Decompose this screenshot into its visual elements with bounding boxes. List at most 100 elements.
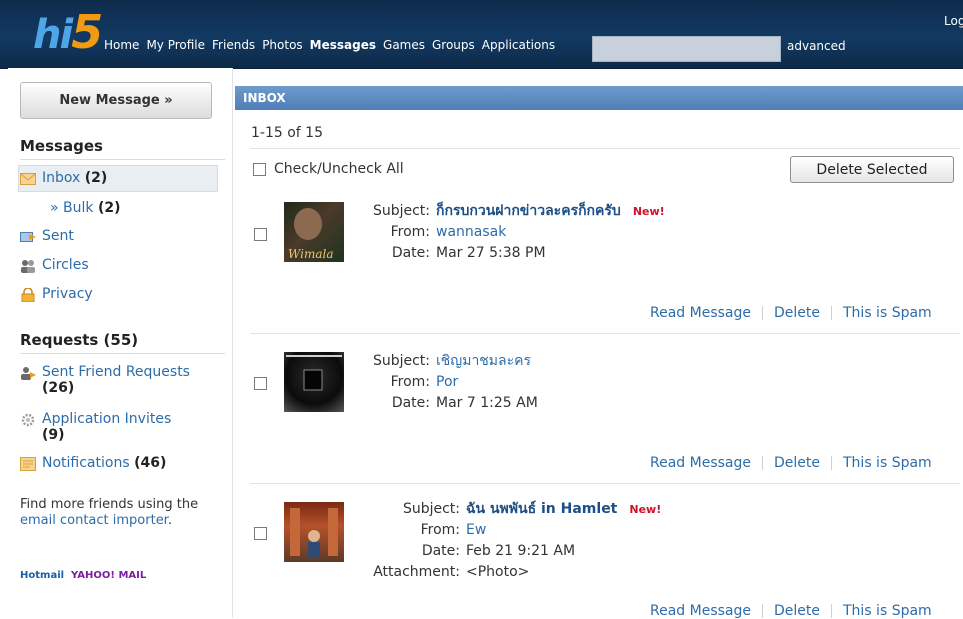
login-link[interactable]: Log <box>944 14 963 28</box>
from-label: From: <box>390 374 430 390</box>
nav-friends[interactable]: Friends <box>212 38 255 52</box>
message-checkbox[interactable] <box>254 377 267 390</box>
message-actions: Read Message Delete This is Spam <box>650 455 932 471</box>
hi5-logo[interactable]: hi5 <box>33 5 103 59</box>
inbox-title-bar: INBOX <box>235 86 963 110</box>
spam-link[interactable]: This is Spam <box>843 455 932 471</box>
message-subject-link[interactable]: ฉัน นพพันธ์ in Hamlet <box>466 499 617 520</box>
lock-icon <box>20 287 36 303</box>
sidebar-item-bulk[interactable]: » Bulk (2) <box>50 200 121 216</box>
sender-link[interactable]: Por <box>436 372 458 393</box>
requests-heading: Requests (55) <box>20 331 139 349</box>
check-all-checkbox[interactable] <box>253 162 266 176</box>
divider <box>20 353 225 354</box>
find-text-end: . <box>167 513 172 528</box>
sidebar-item-circles[interactable]: Circles <box>20 257 89 273</box>
main-nav: Home My Profile Friends Photos Messages … <box>104 38 562 52</box>
sidebar-item-inbox[interactable]: Inbox (2) <box>20 170 107 186</box>
sidebar-item-sent[interactable]: Sent <box>20 228 74 244</box>
friend-requests-count: (26) <box>42 380 75 396</box>
sender-avatar[interactable] <box>284 502 344 562</box>
nav-home[interactable]: Home <box>104 38 139 52</box>
read-message-link[interactable]: Read Message <box>650 603 751 619</box>
read-message-link[interactable]: Read Message <box>650 455 751 471</box>
sender-link[interactable]: Ew <box>466 520 486 541</box>
email-importer-link[interactable]: email contact importer <box>20 513 168 528</box>
sidebar-item-application-invites[interactable]: Application Invites (9) <box>20 411 225 443</box>
nav-my-profile[interactable]: My Profile <box>146 38 205 52</box>
message-fields: Subject: ก็กรบกวนฝากข่าวละครก็กครับ New! F… <box>366 201 665 264</box>
friend-request-icon <box>20 366 36 380</box>
separator <box>831 306 832 320</box>
nav-messages[interactable]: Messages <box>310 38 376 52</box>
message-actions: Read Message Delete This is Spam <box>650 603 932 619</box>
hotmail-logo[interactable]: Hotmail <box>20 570 64 581</box>
delete-link[interactable]: Delete <box>774 305 820 321</box>
sidebar-item-label: Sent <box>42 228 74 244</box>
logo-hi: hi <box>33 12 73 58</box>
message-checkbox[interactable] <box>254 527 267 540</box>
message-fields: Subject: ฉัน นพพันธ์ in Hamlet New! From: E… <box>366 499 661 583</box>
message-row: Subject: ฉัน นพพันธ์ in Hamlet New! From: E… <box>250 490 960 619</box>
check-all-label: Check/Uncheck All <box>274 161 404 177</box>
sender-avatar[interactable]: Wimala <box>284 202 344 262</box>
nav-games[interactable]: Games <box>383 38 425 52</box>
sidebar-item-sent-friend-requests[interactable]: Sent Friend Requests (26) <box>20 364 225 396</box>
divider <box>250 148 960 149</box>
date-label: Date: <box>391 245 430 261</box>
invites-count: (9) <box>42 427 65 443</box>
message-row: Wimala Subject: ก็กรบกวนฝากข่าวละครก็กครั… <box>250 190 960 332</box>
gear-icon <box>20 413 36 427</box>
nav-photos[interactable]: Photos <box>262 38 302 52</box>
people-icon <box>20 259 36 273</box>
date-label: Date: <box>421 543 460 559</box>
separator <box>762 604 763 618</box>
message-subject-link[interactable]: ก็กรบกวนฝากข่าวละครก็กครับ <box>436 201 621 222</box>
delete-link[interactable]: Delete <box>774 455 820 471</box>
subject-label: Subject: <box>372 203 430 219</box>
sidebar-item-label: Privacy <box>42 286 93 302</box>
divider <box>20 159 225 160</box>
spam-link[interactable]: This is Spam <box>843 305 932 321</box>
notification-icon <box>20 457 36 471</box>
message-date: Mar 7 1:25 AM <box>436 395 538 411</box>
read-message-link[interactable]: Read Message <box>650 305 751 321</box>
from-label: From: <box>390 224 430 240</box>
check-all-toggle[interactable]: Check/Uncheck All <box>253 161 404 177</box>
search-input[interactable] <box>592 36 781 62</box>
message-date: Mar 27 5:38 PM <box>436 245 546 261</box>
notifications-count: (46) <box>134 455 167 471</box>
webmail-logos: Hotmail YAHOO! MAIL <box>20 570 146 581</box>
sent-icon <box>20 230 36 244</box>
message-checkbox[interactable] <box>254 228 267 241</box>
attachment-value[interactable]: <Photo> <box>466 562 529 583</box>
find-text-part: Find more friends using the <box>20 497 199 512</box>
envelope-icon <box>20 172 36 186</box>
separator <box>762 456 763 470</box>
bulk-count: (2) <box>97 200 121 216</box>
sidebar-item-notifications[interactable]: Notifications (46) <box>20 455 166 471</box>
new-message-button[interactable]: New Message » <box>20 82 212 119</box>
nav-applications[interactable]: Applications <box>482 38 555 52</box>
spam-link[interactable]: This is Spam <box>843 603 932 619</box>
sender-link[interactable]: wannasak <box>436 222 506 243</box>
nav-groups[interactable]: Groups <box>432 38 475 52</box>
divider <box>250 333 960 334</box>
sidebar-item-label: Circles <box>42 257 89 273</box>
inbox-count: (2) <box>84 170 108 186</box>
delete-link[interactable]: Delete <box>774 603 820 619</box>
sidebar-item-label: » Bulk <box>50 200 94 216</box>
message-row: Subject: เชิญมาชมละคร From: Por Date: Mar 7… <box>250 340 960 482</box>
delete-selected-button[interactable]: Delete Selected <box>790 156 954 183</box>
message-subject-link[interactable]: เชิญมาชมละคร <box>436 351 531 372</box>
subject-label: Subject: <box>402 501 460 517</box>
sidebar-item-privacy[interactable]: Privacy <box>20 286 93 303</box>
attachment-label: Attachment: <box>373 564 460 580</box>
sender-avatar[interactable] <box>284 352 344 412</box>
yahoo-mail-logo[interactable]: YAHOO! MAIL <box>71 570 146 581</box>
advanced-search-link[interactable]: advanced <box>787 39 846 53</box>
logo-five: 5 <box>71 5 103 59</box>
avatar-caption: Wimala <box>288 247 334 261</box>
message-date: Feb 21 9:21 AM <box>466 543 576 559</box>
top-navigation-bar: hi5 Home My Profile Friends Photos Messa… <box>0 0 963 69</box>
